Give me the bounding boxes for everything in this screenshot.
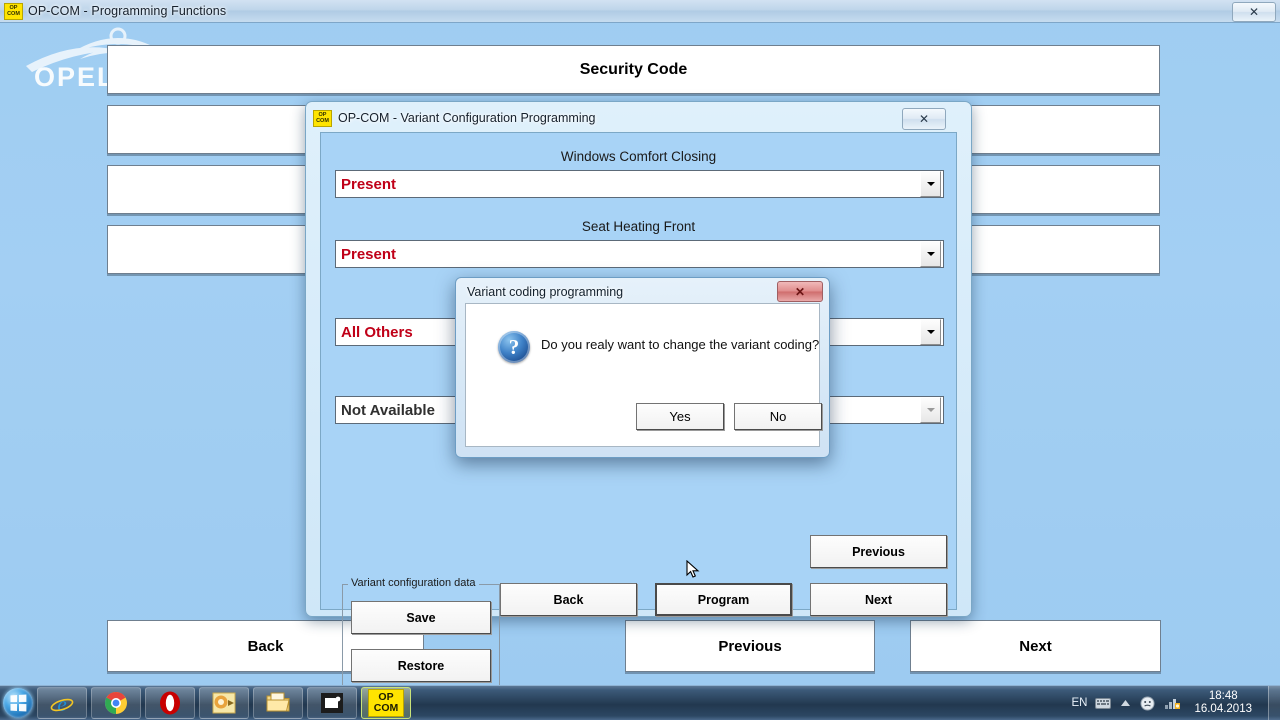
chevron-down-icon[interactable] — [920, 171, 941, 197]
opera-icon — [160, 691, 180, 715]
next-button[interactable]: Next — [810, 583, 947, 616]
main-window-titlebar: OP COM OP-COM - Programming Functions ✕ — [0, 0, 1280, 23]
taskbar-item-opcom[interactable]: OP COM — [361, 687, 411, 719]
background-previous-button[interactable]: Previous — [625, 620, 875, 672]
clock-time: 18:48 — [1208, 690, 1238, 702]
combo-windows-comfort-closing[interactable]: Present — [335, 170, 944, 198]
opcom-icon-line2: COM — [373, 702, 399, 714]
dialog-body: ? Do you realy want to change the varian… — [465, 303, 822, 447]
dialog-title: Variant coding programming — [467, 285, 624, 299]
dialog-titlebar: Variant coding programming ✕ — [459, 281, 826, 303]
clock[interactable]: 18:48 16.04.2013 — [1194, 690, 1252, 716]
outlook-icon — [212, 692, 236, 714]
close-icon[interactable]: ✕ — [902, 108, 946, 130]
security-code-header: Security Code — [107, 45, 1160, 94]
taskbar-item-internet-explorer[interactable]: e — [37, 687, 87, 719]
child-window-title: OP-COM - Variant Configuration Programmi… — [338, 111, 596, 125]
variant-configuration-data-group: Variant configuration data Save Restore — [342, 577, 500, 696]
opcom-icon: OP COM — [368, 689, 404, 717]
folder-icon — [266, 692, 290, 712]
taskbar: e OP COM EN 18:48 16.04.2013 — [0, 685, 1280, 720]
chevron-down-icon[interactable] — [920, 319, 941, 345]
chevron-down-icon[interactable] — [920, 241, 941, 267]
main-window-title: OP-COM - Programming Functions — [28, 4, 227, 18]
taskbar-item-google-chrome[interactable] — [91, 687, 141, 719]
no-button[interactable]: No — [734, 403, 822, 430]
opcom-icon: OP COM — [4, 2, 23, 20]
background-next-button[interactable]: Next — [910, 620, 1161, 672]
svg-text:e: e — [57, 692, 66, 716]
taskbar-item-outlook[interactable] — [199, 687, 249, 719]
show-hidden-icons-icon[interactable] — [1120, 699, 1131, 708]
network-volume-icon[interactable] — [1164, 696, 1181, 710]
yes-button[interactable]: Yes — [636, 403, 724, 430]
restore-button[interactable]: Restore — [351, 649, 491, 682]
close-icon[interactable]: ✕ — [777, 281, 823, 302]
taskbar-item-windows-explorer[interactable] — [253, 687, 303, 719]
previous-button[interactable]: Previous — [810, 535, 947, 568]
close-icon[interactable]: ✕ — [1232, 2, 1276, 22]
taskbar-item-opera[interactable] — [145, 687, 195, 719]
opel-wordmark: OPEL — [34, 62, 116, 92]
action-center-icon[interactable] — [1140, 696, 1155, 711]
dialog-message: Do you realy want to change the variant … — [541, 337, 820, 352]
question-icon: ? — [498, 331, 530, 363]
combo-seat-heating-front[interactable]: Present — [335, 240, 944, 268]
language-indicator[interactable]: EN — [1071, 697, 1087, 709]
clock-date: 16.04.2013 — [1194, 703, 1252, 715]
combo-value-windows-comfort-closing: Present — [341, 175, 397, 193]
variant-coding-dialog: Variant coding programming ✕ ? Do you re… — [455, 277, 830, 458]
combo-value-seat-heating-front: Present — [341, 245, 397, 263]
save-button[interactable]: Save — [351, 601, 491, 634]
field-label-seat-heating-front: Seat Heating Front — [581, 219, 696, 234]
taskbar-item-media-app[interactable] — [307, 687, 357, 719]
chevron-down-icon — [920, 397, 941, 423]
application-background: OP COM OP-COM - Programming Functions ✕ O… — [0, 0, 1280, 696]
keyboard-icon[interactable] — [1095, 697, 1112, 709]
group-box-title: Variant configuration data — [348, 577, 479, 589]
show-desktop-button[interactable] — [1268, 686, 1280, 720]
start-button[interactable] — [3, 688, 33, 718]
opcom-icon: OP COM — [313, 109, 332, 127]
media-app-icon — [321, 693, 343, 713]
google-chrome-icon — [105, 692, 127, 714]
system-tray: EN 18:48 16.04.2013 — [1071, 686, 1252, 720]
back-button[interactable]: Back — [500, 583, 637, 616]
child-window-titlebar: OP COM OP-COM - Variant Configuration Pro… — [309, 105, 968, 131]
internet-explorer-icon: e — [50, 692, 74, 716]
security-code-title: Security Code — [579, 60, 688, 78]
program-button[interactable]: Program — [655, 583, 792, 616]
field-label-windows-comfort-closing: Windows Comfort Closing — [560, 149, 717, 164]
